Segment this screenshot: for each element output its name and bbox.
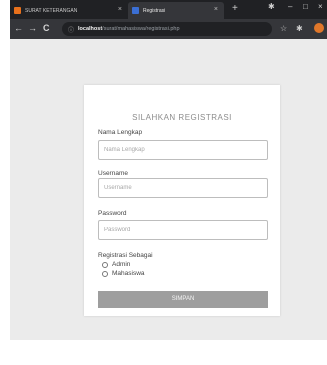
close-window-button[interactable]: × [318, 2, 323, 11]
page-title: SILAHKAN REGISTRASI [132, 113, 232, 122]
address-bar[interactable]: ⓘ localhost /surat/mahasiswa/registrasi.… [62, 22, 272, 36]
radio-button[interactable] [102, 270, 108, 277]
tab-label: Registrasi [143, 7, 166, 14]
reload-button[interactable]: C [43, 23, 50, 33]
radio-label: Mahasiswa [112, 270, 145, 277]
registration-card: SILAHKAN REGISTRASI Nama Lengkap Usernam… [84, 85, 280, 316]
extensions-icon[interactable]: ✱ [296, 24, 303, 33]
username-input[interactable] [98, 178, 268, 198]
password-input[interactable] [98, 220, 268, 240]
full-name-label: Nama Lengkap [98, 129, 143, 136]
minimize-button[interactable]: – [288, 2, 292, 11]
back-button[interactable]: ← [14, 23, 23, 33]
bookmark-star-icon[interactable]: ☆ [280, 24, 287, 33]
new-tab-button[interactable]: + [232, 3, 238, 14]
tab-surat-keterangan[interactable]: SURAT KETERANGAN × [10, 2, 128, 19]
tab-close-icon[interactable]: × [118, 6, 122, 13]
role-option-admin[interactable]: Admin [102, 261, 130, 268]
url-path: /surat/mahasiswa/registrasi.php [102, 26, 180, 32]
tab-close-icon[interactable]: × [214, 6, 218, 13]
role-label: Registrasi Sebagai [98, 252, 153, 259]
tab-bar: SURAT KETERANGAN × Registrasi × + ✱ – □ … [10, 0, 327, 19]
profile-avatar[interactable] [314, 23, 324, 33]
favicon-icon [14, 7, 21, 14]
favicon-icon [132, 7, 139, 14]
password-label: Password [98, 210, 127, 217]
tab-label: SURAT KETERANGAN [25, 7, 78, 14]
full-name-input[interactable] [98, 140, 268, 160]
url-host: localhost [78, 26, 103, 32]
save-button[interactable]: SIMPAN [98, 291, 268, 308]
role-option-mahasiswa[interactable]: Mahasiswa [102, 270, 145, 277]
browser-window: SURAT KETERANGAN × Registrasi × + ✱ – □ … [10, 0, 327, 340]
browser-toolbar: ← → C ⓘ localhost /surat/mahasiswa/regis… [10, 19, 327, 39]
username-label: Username [98, 170, 128, 177]
tab-registrasi[interactable]: Registrasi × [128, 2, 224, 19]
settings-icon[interactable]: ✱ [268, 2, 275, 11]
forward-button[interactable]: → [28, 23, 37, 33]
radio-button[interactable] [102, 261, 108, 268]
maximize-button[interactable]: □ [303, 2, 308, 11]
radio-label: Admin [112, 261, 131, 268]
info-icon[interactable]: ⓘ [68, 25, 74, 34]
